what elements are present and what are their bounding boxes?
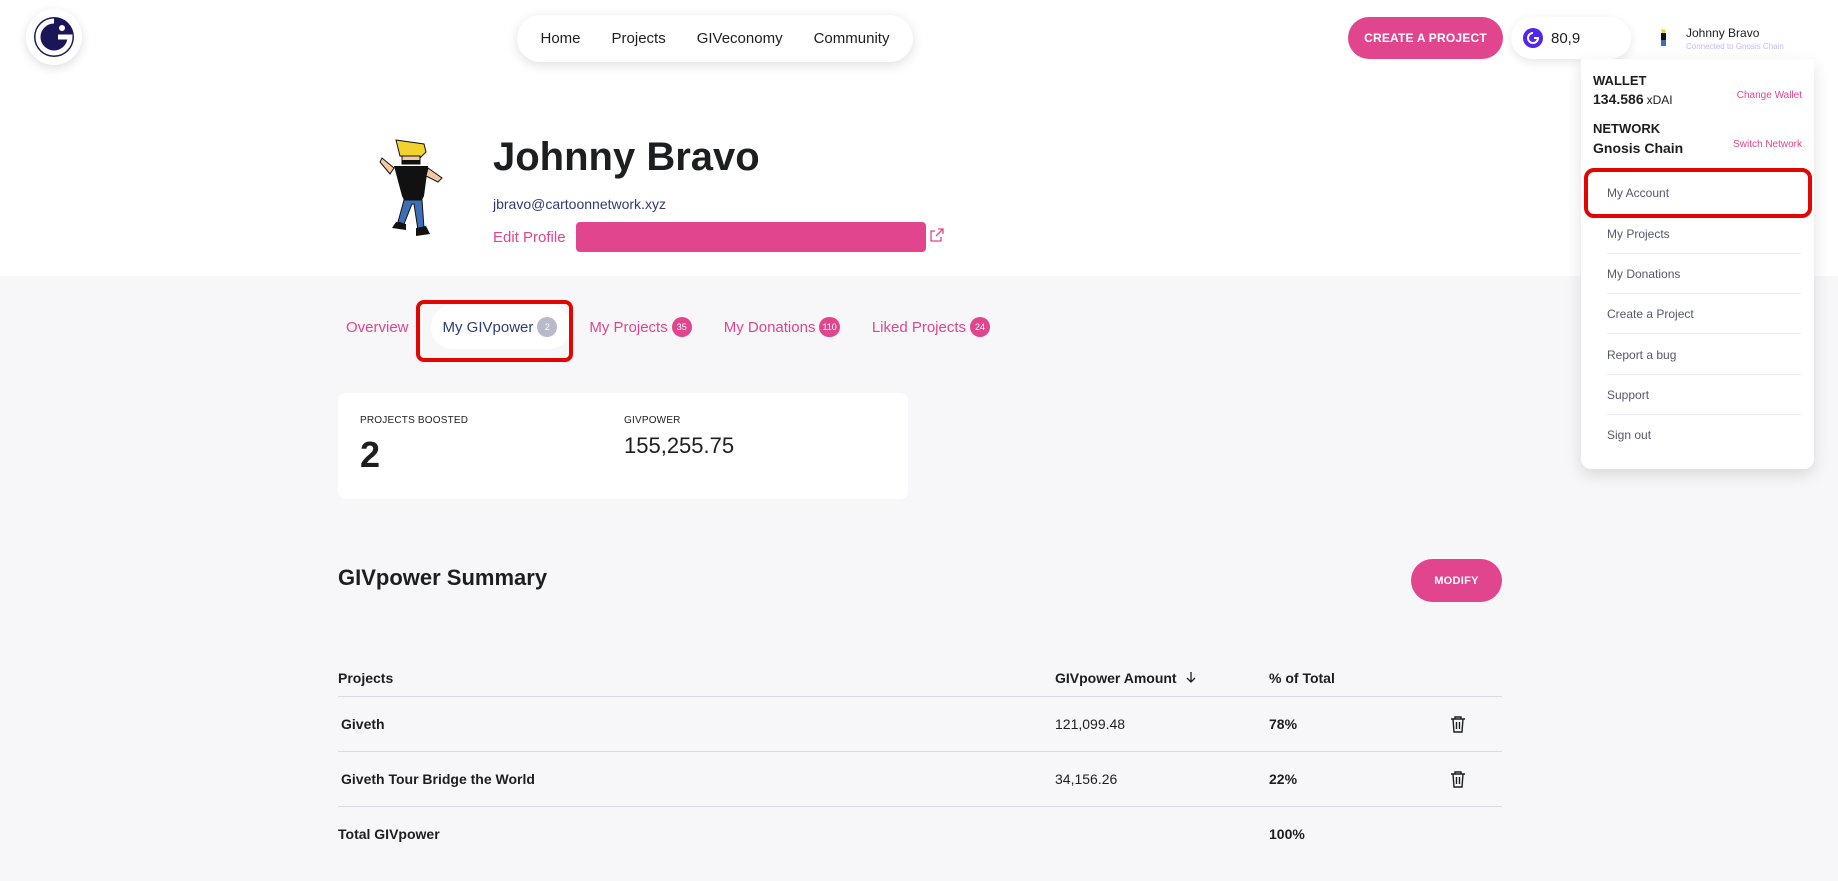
external-link-icon[interactable] <box>930 228 944 242</box>
tab-my-donations-label: My Donations <box>723 318 816 336</box>
table-total-row: Total GIVpower 100% <box>338 807 1502 861</box>
givpower-stats-card: PROJECTS BOOSTED 2 GIVPOWER 155,255.75 <box>338 393 908 499</box>
tab-liked-projects[interactable]: Liked Projects 24 <box>871 317 991 337</box>
profile-name: Johnny Bravo <box>493 135 760 179</box>
table-header-row: Projects GIVpower Amount % of Total <box>338 660 1502 697</box>
wallet-unit: xDAI <box>1646 93 1673 107</box>
wallet-address-redacted <box>576 222 926 252</box>
wallet-title: WALLET <box>1593 73 1647 88</box>
table-row: Giveth 121,099.48 78% <box>338 697 1502 752</box>
tab-my-donations-count: 110 <box>819 317 840 337</box>
header-percent-total: % of Total <box>1269 670 1335 686</box>
profile-avatar <box>379 139 443 236</box>
giv-balance-button[interactable]: 80,9 <box>1511 17 1631 59</box>
table-row: Giveth Tour Bridge the World 34,156.26 2… <box>338 752 1502 807</box>
row-project-name[interactable]: Giveth Tour Bridge the World <box>341 771 535 787</box>
projects-boosted-value: 2 <box>360 434 381 475</box>
user-menu-button[interactable]: Johnny Bravo Connected to Gnosis Chain <box>1636 17 1814 59</box>
tab-liked-projects-label: Liked Projects <box>871 318 967 336</box>
tab-my-donations[interactable]: My Donations 110 <box>724 317 840 337</box>
user-avatar-icon <box>1661 29 1666 46</box>
giv-coin-icon <box>1523 28 1543 48</box>
total-percent: 100% <box>1269 826 1305 842</box>
user-name: Johnny Bravo <box>1686 25 1760 40</box>
nav-home[interactable]: Home <box>541 30 581 47</box>
tab-my-projects-label: My Projects <box>589 318 668 336</box>
menu-report-bug[interactable]: Report a bug <box>1607 335 1801 375</box>
edit-profile-link[interactable]: Edit Profile <box>493 229 566 246</box>
sort-down-icon[interactable] <box>1186 671 1196 683</box>
network-title: NETWORK <box>1593 121 1661 136</box>
total-label: Total GIVpower <box>338 826 440 842</box>
menu-support[interactable]: Support <box>1607 375 1801 415</box>
header-givpower-amount[interactable]: GIVpower Amount <box>1055 670 1196 686</box>
row-percent: 78% <box>1269 716 1298 732</box>
profile-email: jbravo@cartoonnetwork.xyz <box>493 196 666 212</box>
nav-giveconomy[interactable]: GIVeconomy <box>697 30 783 47</box>
tab-overview[interactable]: Overview <box>346 319 409 336</box>
row-givpower-amount: 121,099.48 <box>1055 716 1126 732</box>
tab-my-projects[interactable]: My Projects 35 <box>589 317 692 337</box>
create-project-button[interactable]: CREATE A PROJECT <box>1348 17 1503 59</box>
giv-balance-value: 80,9 <box>1551 29 1581 47</box>
nav-projects[interactable]: Projects <box>612 30 666 47</box>
wallet-amount: 134.586 <box>1593 91 1644 107</box>
giveth-logo[interactable] <box>26 9 82 65</box>
wallet-balance: 134.586 xDAI <box>1593 91 1673 107</box>
tab-liked-projects-count: 24 <box>970 317 991 337</box>
network-name: Gnosis Chain <box>1593 140 1684 156</box>
givpower-value: 155,255.75 <box>624 433 735 458</box>
change-wallet-link[interactable]: Change Wallet <box>1737 90 1802 101</box>
trash-icon[interactable] <box>1450 770 1466 788</box>
tab-overview-label: Overview <box>346 318 409 336</box>
user-dropdown-menu: WALLET 134.586 xDAI Change Wallet NETWORK… <box>1581 59 1814 469</box>
user-connection-status: Connected to Gnosis Chain <box>1686 41 1784 51</box>
header-projects: Projects <box>338 670 394 686</box>
givpower-label: GIVPOWER <box>624 415 681 426</box>
giveth-logo-icon <box>34 17 74 57</box>
modify-button[interactable]: MODIFY <box>1411 559 1502 602</box>
givpower-summary-table: Projects GIVpower Amount % of Total Give… <box>338 660 1502 861</box>
menu-sign-out[interactable]: Sign out <box>1607 415 1801 455</box>
switch-network-link[interactable]: Switch Network <box>1733 139 1802 150</box>
givpower-summary-title: GIVpower Summary <box>338 565 548 590</box>
tab-my-projects-count: 35 <box>671 317 692 337</box>
row-givpower-amount: 34,156.26 <box>1055 771 1118 787</box>
row-percent: 22% <box>1269 771 1298 787</box>
menu-my-projects[interactable]: My Projects <box>1607 214 1801 254</box>
trash-icon[interactable] <box>1450 715 1466 733</box>
row-project-name[interactable]: Giveth <box>341 716 385 732</box>
header-givpower-amount-label: GIVpower Amount <box>1055 670 1177 686</box>
highlight-my-givpower-tab <box>416 300 573 362</box>
menu-my-donations[interactable]: My Donations <box>1607 254 1801 294</box>
projects-boosted-label: PROJECTS BOOSTED <box>360 415 469 426</box>
main-nav: Home Projects GIVeconomy Community <box>517 15 913 62</box>
nav-community[interactable]: Community <box>814 30 890 47</box>
menu-create-project[interactable]: Create a Project <box>1607 294 1801 334</box>
highlight-my-account <box>1584 168 1812 218</box>
